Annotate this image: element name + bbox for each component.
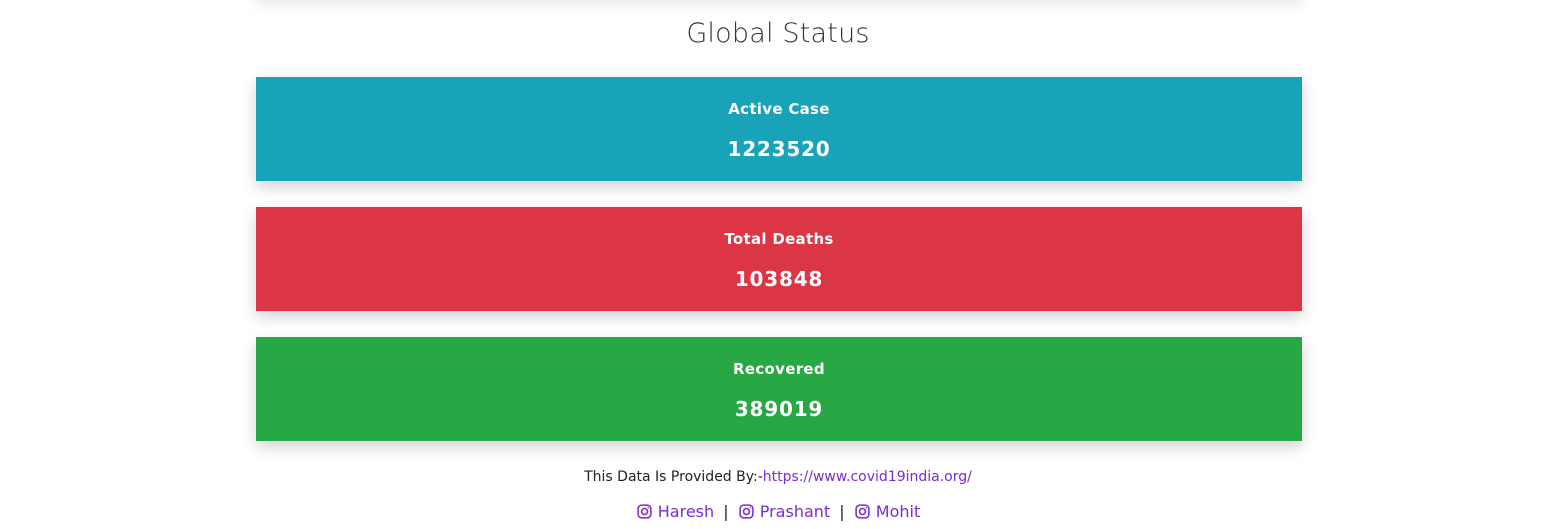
total-deaths-value: 103848 <box>734 267 824 291</box>
author-name: Haresh <box>657 502 715 521</box>
author-link-haresh[interactable]: Haresh <box>636 502 714 521</box>
instagram-icon <box>855 504 870 519</box>
data-source: This Data Is Provided By:-https://www.co… <box>0 469 1556 485</box>
page: Global Status Active Case 1223520 Total … <box>0 0 1564 529</box>
author-name: Prashant <box>759 502 831 521</box>
instagram-icon <box>637 504 652 519</box>
total-deaths-card: Total Deaths 103848 <box>256 207 1302 311</box>
recovered-card: Recovered 389019 <box>256 337 1302 441</box>
total-deaths-label: Total Deaths <box>724 230 834 248</box>
author-links: Haresh | Prashant | Mohit <box>0 501 1556 521</box>
author-link-mohit[interactable]: Mohit <box>854 502 920 521</box>
active-case-label: Active Case <box>728 100 830 118</box>
active-case-card: Active Case 1223520 <box>256 77 1302 181</box>
page-title: Global Status <box>686 18 870 49</box>
active-case-value: 1223520 <box>727 137 831 161</box>
data-source-link[interactable]: https://www.covid19india.org/ <box>763 469 972 485</box>
recovered-label: Recovered <box>733 360 825 378</box>
author-name: Mohit <box>875 502 921 521</box>
instagram-icon <box>739 504 754 519</box>
author-link-prashant[interactable]: Prashant <box>738 502 830 521</box>
separator: | <box>723 502 729 521</box>
data-source-prefix: This Data Is Provided By:- <box>584 469 763 485</box>
separator: | <box>839 502 845 521</box>
recovered-value: 389019 <box>734 397 824 421</box>
